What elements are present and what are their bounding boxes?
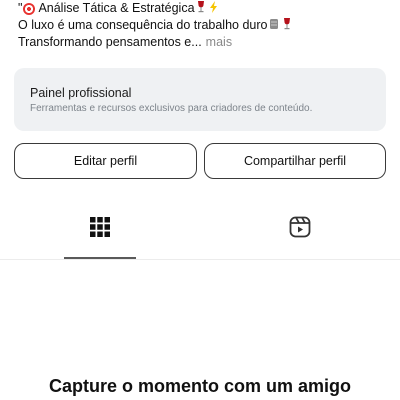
money-stack-icon [269, 18, 279, 33]
bio-quote: " [18, 1, 23, 15]
bio-line-2-text: O luxo é uma consequência do trabalho du… [18, 18, 268, 32]
bio-line-1-text: Análise Tática & Estratégica [38, 1, 195, 15]
tab-reels[interactable] [264, 200, 336, 258]
profile-bio: " Análise Tática & Estratégica O luxo é … [18, 0, 388, 51]
bio-line-1: " Análise Tática & Estratégica [18, 0, 388, 17]
bio-line-3-text: Transformando pensamentos e... [18, 35, 202, 49]
profile-tabs [0, 200, 400, 260]
bio-more-link[interactable]: mais [206, 34, 232, 51]
wine-glass-icon [197, 1, 205, 16]
bio-line-2: O luxo é uma consequência do trabalho du… [18, 17, 388, 34]
panel-title: Painel profissional [30, 86, 132, 100]
share-profile-button[interactable]: Compartilhar perfil [204, 143, 386, 179]
grid-icon [90, 216, 110, 242]
edit-profile-button[interactable]: Editar perfil [14, 143, 197, 179]
panel-subtitle: Ferramentas e recursos exclusivos para c… [30, 103, 313, 114]
tabs-divider [0, 259, 400, 260]
target-icon [23, 2, 36, 15]
tab-posts-grid[interactable] [64, 200, 136, 258]
professional-dashboard-card[interactable]: Painel profissional Ferramentas e recurs… [14, 68, 386, 131]
reels-icon [288, 215, 312, 244]
profile-page: " Análise Tática & Estratégica O luxo é … [0, 0, 400, 400]
empty-state-title: Capture o momento com um amigo [48, 376, 352, 396]
wine-glass-icon [283, 18, 291, 33]
bio-line-3: Transformando pensamentos e... mais [18, 34, 388, 51]
lightning-icon [209, 1, 219, 16]
